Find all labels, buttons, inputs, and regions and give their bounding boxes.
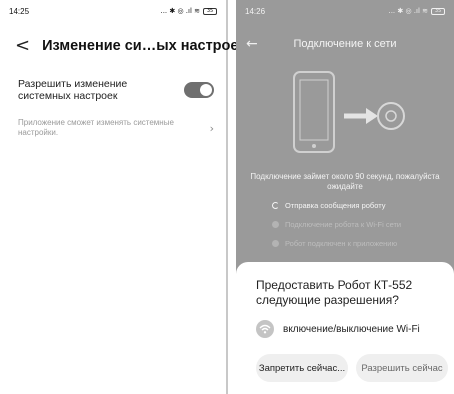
screen-header: < Изменение си…ых настроек <box>15 34 246 58</box>
wait-message: Подключение займет около 90 секунд, пожа… <box>250 172 440 191</box>
signal-icons: ... ✱ ◎ .ıl ≋ <box>388 7 428 15</box>
allow-now-button[interactable]: Разрешить сейчас <box>356 354 448 382</box>
permission-item: включение/выключение Wi-Fi <box>256 320 446 338</box>
status-icons: ... ✱ ◎ .ıl ≋ 35 <box>388 7 445 15</box>
status-time: 14:26 <box>245 6 266 16</box>
status-bar: 14:26 ... ✱ ◎ .ıl ≋ 35 <box>236 0 454 22</box>
permission-label: включение/выключение Wi-Fi <box>283 323 420 335</box>
toggle-knob <box>200 84 212 96</box>
screen-header: ← Подключение к сети <box>236 30 454 58</box>
step-label: Подключение робота к Wi-Fi сети <box>285 220 402 229</box>
step-label: Отправка сообщения роботу <box>285 201 386 210</box>
chevron-right-icon: › <box>209 121 214 135</box>
pending-dot-icon <box>272 240 279 247</box>
robot-sensor-icon <box>385 110 397 122</box>
step-item: Подключение робота к Wi-Fi сети <box>272 215 448 234</box>
setting-description: Приложение сможет изменять системные нас… <box>18 118 174 137</box>
allow-system-settings-row[interactable]: Разрешить изменение системных настроек <box>18 73 214 107</box>
status-icons: ... ✱ ◎ .ıl ≋ 35 <box>160 7 217 15</box>
battery-icon: 35 <box>203 7 217 15</box>
phone-screen-icon <box>299 79 329 141</box>
deny-now-button[interactable]: Запретить сейчас... <box>256 354 348 382</box>
permission-question: Предоставить Робот КТ-552 следующие разр… <box>256 278 413 307</box>
step-item: Отправка сообщения роботу <box>272 196 448 215</box>
setting-label: Разрешить изменение системных настроек <box>18 78 128 102</box>
arrow-right-icon <box>366 108 378 124</box>
status-time: 14:25 <box>9 6 30 16</box>
phone-to-robot-illustration <box>293 71 405 153</box>
wifi-icon <box>256 320 274 338</box>
robot-vacuum-icon <box>377 102 405 130</box>
setting-description-row[interactable]: Приложение сможет изменять системные нас… <box>18 118 214 138</box>
connection-steps: Отправка сообщения роботу Подключение ро… <box>272 196 448 253</box>
left-phone-screen: 14:25 ... ✱ ◎ .ıl ≋ 35 < Изменение си…ых… <box>0 0 246 394</box>
status-bar: 14:25 ... ✱ ◎ .ıl ≋ 35 <box>0 0 226 22</box>
back-arrow-icon[interactable]: < <box>15 37 30 55</box>
step-label: Робот подключен к приложению <box>285 239 398 248</box>
spinner-icon <box>272 202 279 209</box>
step-item: Робот подключен к приложению <box>272 234 448 253</box>
pending-dot-icon <box>272 221 279 228</box>
signal-icons: ... ✱ ◎ .ıl ≋ <box>160 7 200 15</box>
page-title: Подключение к сети <box>293 38 397 50</box>
sheet-buttons: Запретить сейчас... Разрешить сейчас <box>256 354 448 382</box>
right-phone-screen: 14:26 ... ✱ ◎ .ıl ≋ 35 ← Подключение к с… <box>236 0 454 394</box>
page-title: Изменение си…ых настроек <box>42 38 246 54</box>
allow-system-settings-toggle[interactable] <box>184 82 214 98</box>
back-arrow-icon[interactable]: ← <box>246 36 258 52</box>
phone-home-button-icon <box>312 144 316 148</box>
battery-icon: 35 <box>431 7 445 15</box>
permission-bottom-sheet: Предоставить Робот КТ-552 следующие разр… <box>236 262 454 394</box>
